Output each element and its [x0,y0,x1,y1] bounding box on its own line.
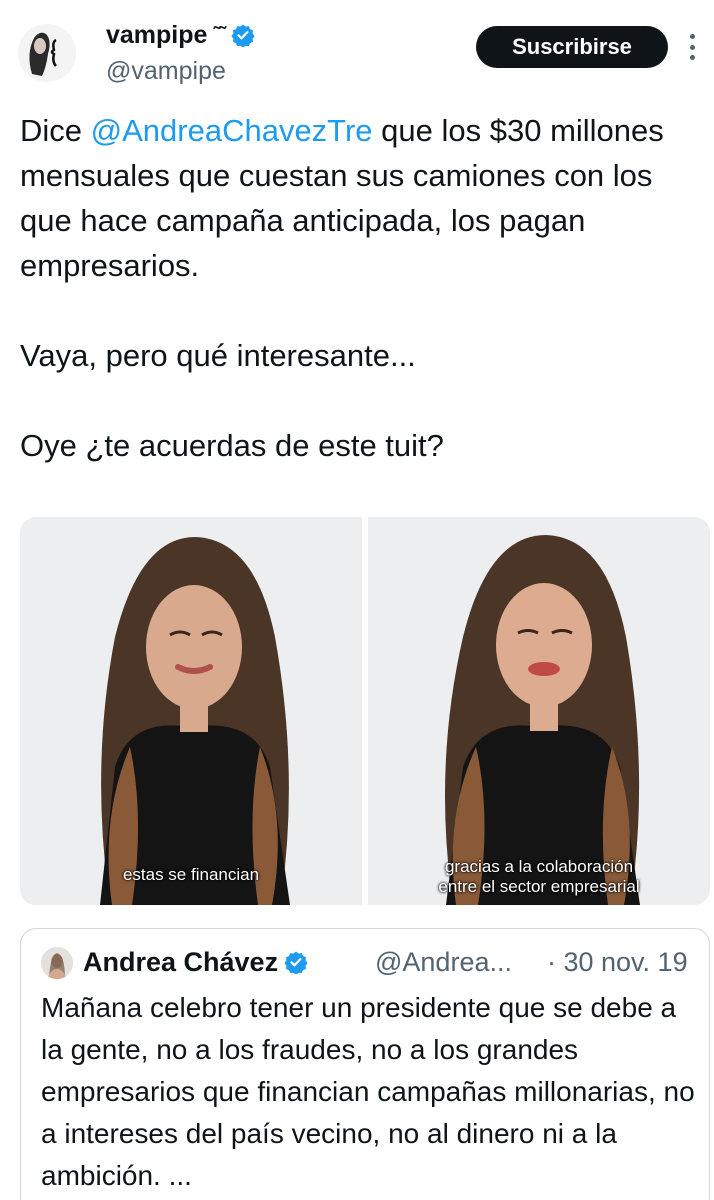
media-image-1[interactable]: estas se financian [20,517,362,905]
image-caption-2-line-2: entre el sector empresarial [438,877,640,896]
quoted-date: · 30 nov. 19 [547,947,688,977]
media-image-2[interactable]: gracias a la colaboración entre el secto… [368,517,710,905]
tweet-paragraph-1: Dice @AndreaChavezTre que los $30 millon… [20,108,700,288]
photo-woman-2 [368,517,710,905]
author-display-name[interactable]: vampipe ˜˜ [106,20,255,50]
avatar-icon [41,947,73,979]
author-handle[interactable]: @vampipe [106,56,226,86]
image-caption-1: estas se financian [122,865,260,884]
tweet-paragraph-3: Oye ¿te acuerdas de este tuit? [20,428,444,463]
mention-link[interactable]: @AndreaChavezTre [91,113,373,148]
verified-badge-icon [284,950,308,974]
quoted-text: Mañana celebro tener un presidente que s… [41,992,695,1191]
media-grid: estas se financian gracias a la colabora… [20,517,710,905]
verified-badge-icon [231,23,255,47]
image-caption-2: gracias a la colaboración entre el secto… [368,857,710,897]
author-avatar[interactable] [18,24,76,82]
quoted-name-text: Andrea Chávez [83,947,279,977]
avatar-silhouette-icon [18,24,76,82]
photo-woman-1 [20,517,362,905]
more-dot [689,44,695,50]
more-vertical-icon[interactable] [684,30,700,64]
tweet-paragraph-2: Vaya, pero qué interesante... [20,338,416,373]
more-dot [689,34,695,39]
tweet-header: vampipe ˜˜ @vampipe Suscribirse [0,0,714,100]
quoted-display-name: Andrea Chávez [83,945,308,979]
quoted-handle: @Andrea... [375,947,512,977]
tweet-text: Dice @AndreaChavezTre que los $30 millon… [20,108,700,468]
tweet-text-before-mention: Dice [20,113,91,148]
image-caption-2-line-1: gracias a la colaboración [444,857,634,876]
author-name-text: vampipe [106,21,208,49]
quoted-tweet[interactable]: Andrea Chávez @Andrea... · 30 nov. 19 Ma… [20,928,710,1200]
more-dot [689,55,695,60]
subscribe-button[interactable]: Suscribirse [476,26,668,68]
author-name-decoration: ˜˜ [213,24,225,46]
